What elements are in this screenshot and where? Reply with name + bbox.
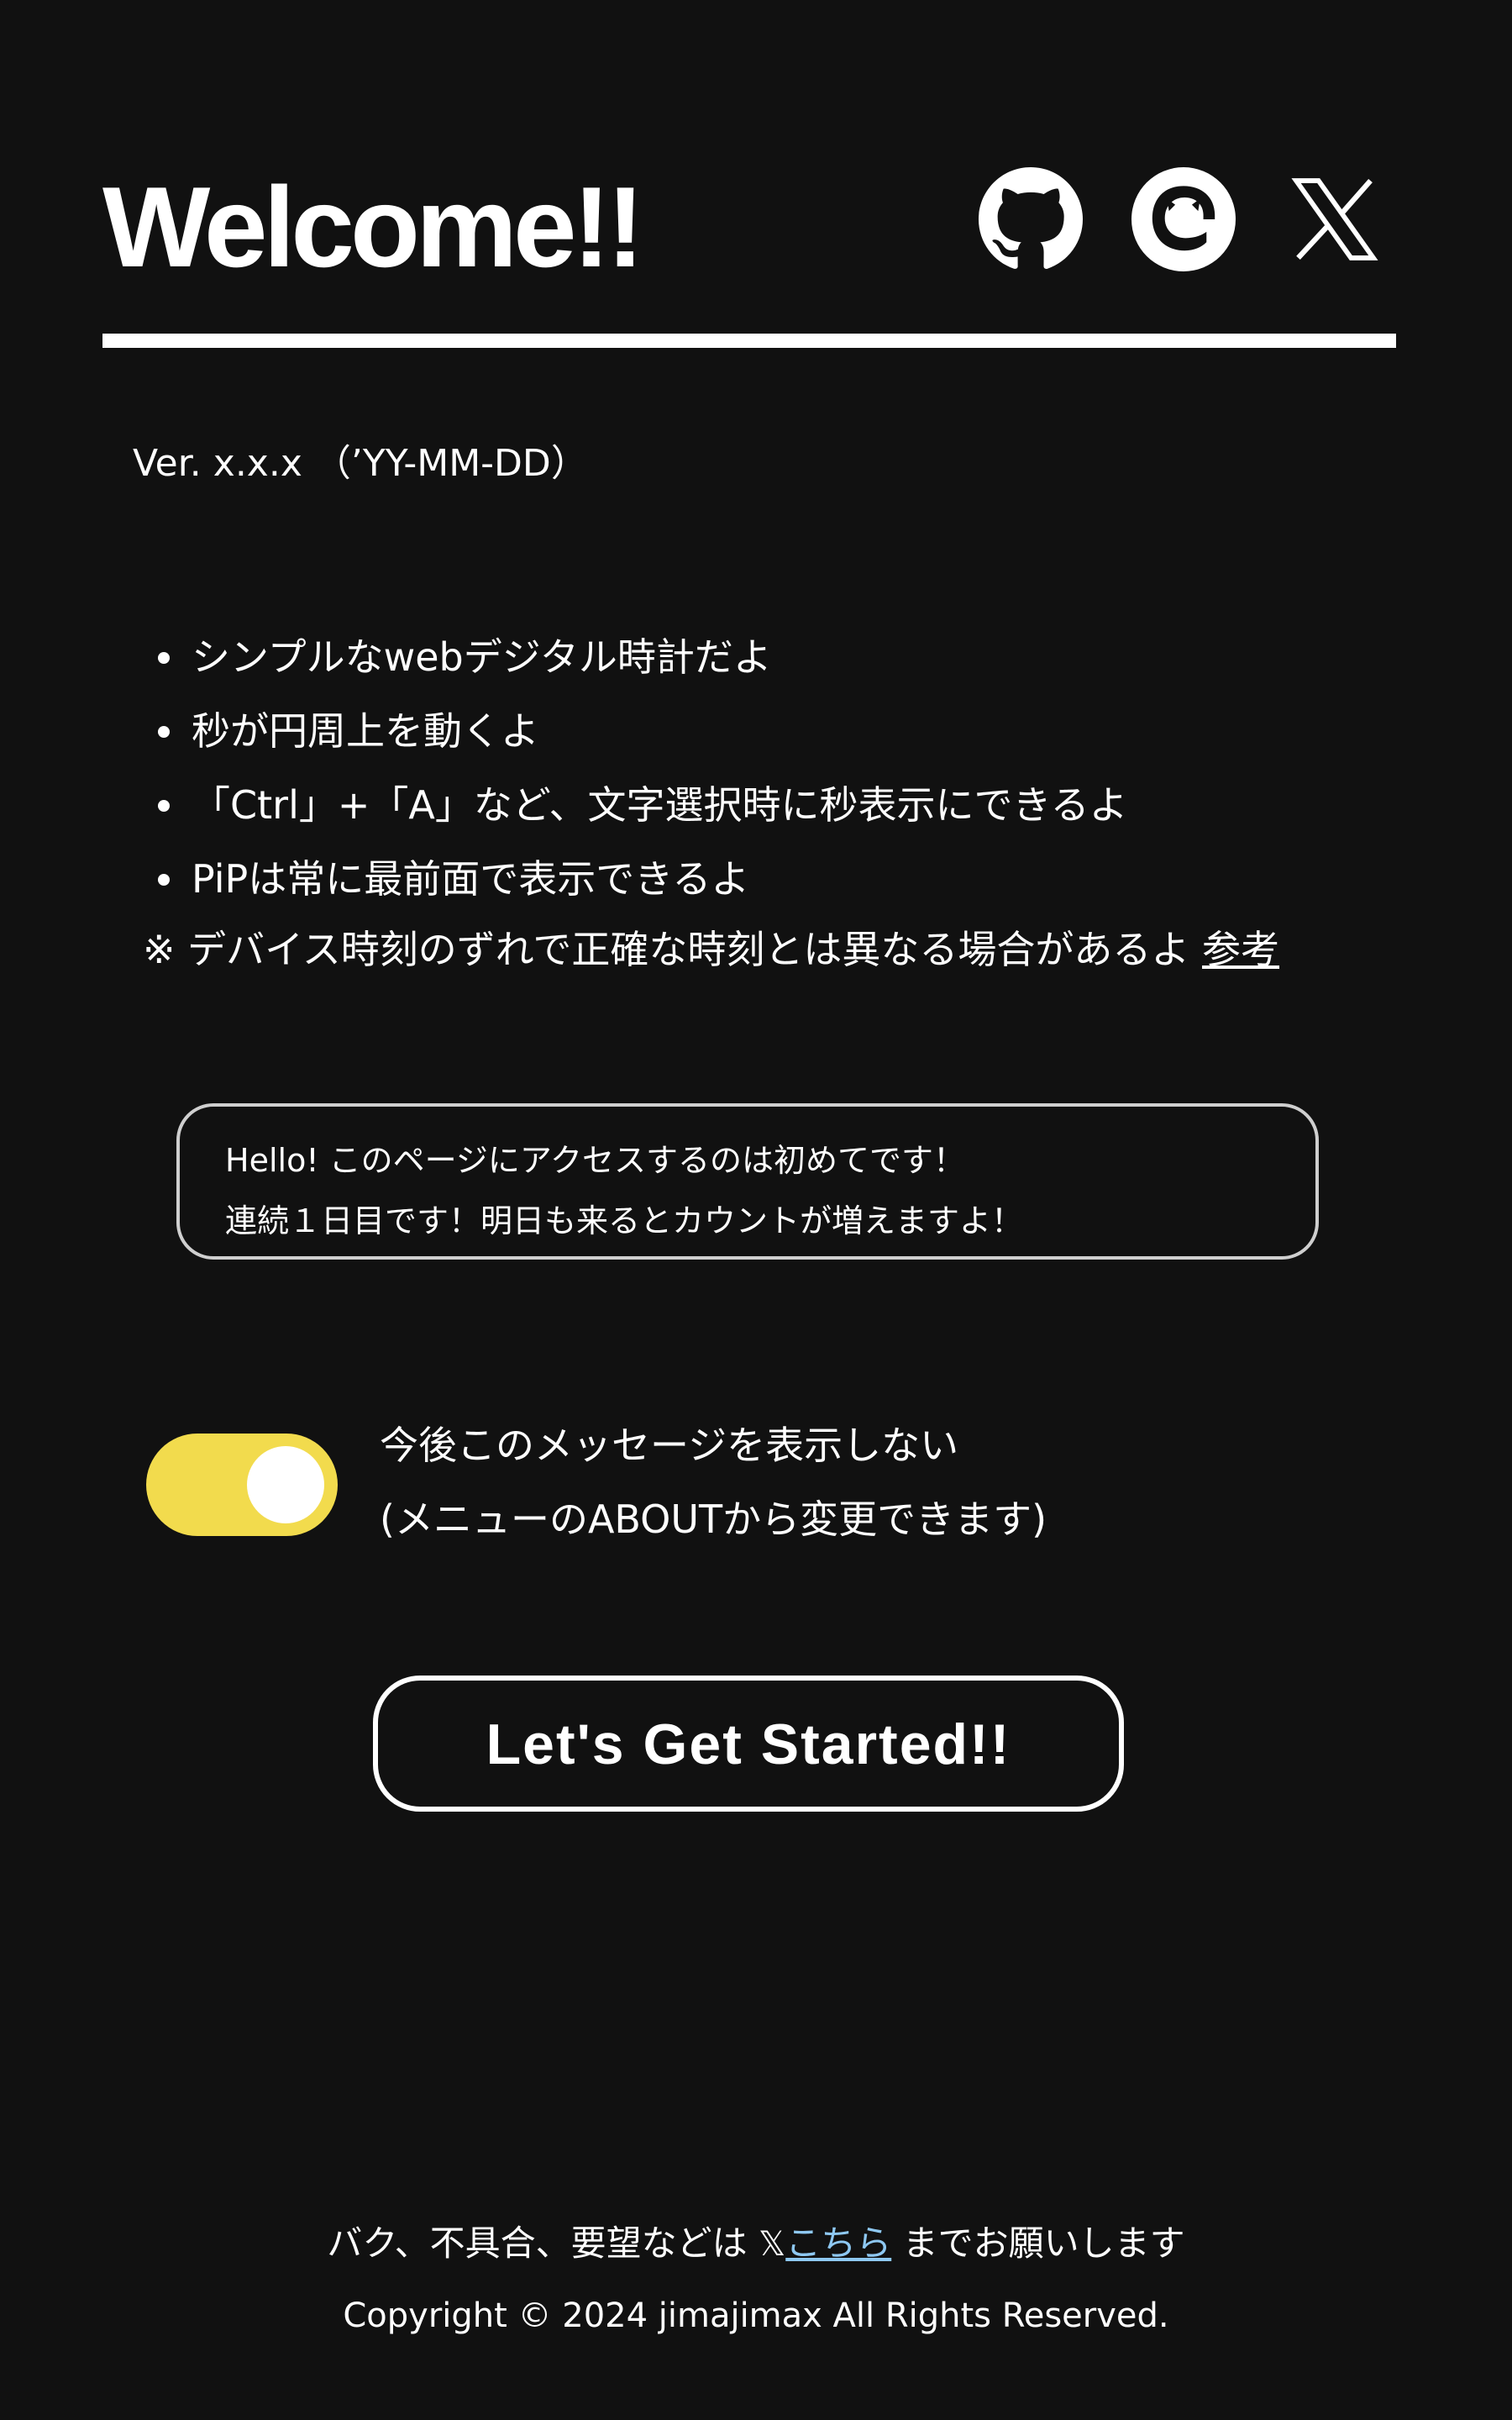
- footer-contact-prefix: バク、不具合、要望などは: [327, 2223, 748, 2264]
- time-accuracy-note: ※ デバイス時刻のずれで正確な時刻とは異なる場合があるよ 参考: [143, 913, 1279, 986]
- list-item: PiPは常に最前面で表示できるよ: [143, 842, 1128, 916]
- misskey-icon[interactable]: [1129, 165, 1238, 274]
- footer-contact-suffix: までお願いします: [902, 2223, 1185, 2264]
- reference-link[interactable]: 参考: [1202, 927, 1279, 972]
- page-title: Welcome!!: [102, 163, 644, 291]
- toggle-label-line: 今後このメッセージを表示しない: [380, 1423, 959, 1468]
- header-divider: [102, 334, 1396, 348]
- hide-message-toggle[interactable]: [146, 1434, 338, 1536]
- streak-message-line: 連続１日目です！明日も来るとカウントが増えますよ！: [225, 1202, 1024, 1239]
- feature-list: シンプルなwebデジタル時計だよ 秒が円周上を動くよ 「Ctrl」+「A」など、…: [143, 620, 1128, 916]
- x-icon[interactable]: [1280, 165, 1389, 274]
- footer-contact: バク、不具合、要望などは 𝕏こちら までお願いします: [0, 2213, 1512, 2275]
- visit-message-box: Hello! このページにアクセスするのは初めてです！ 連続１日目です！明日も来…: [176, 1103, 1319, 1260]
- list-item: 秒が円周上を動くよ: [143, 694, 1128, 768]
- note-text: ※ デバイス時刻のずれで正確な時刻とは異なる場合があるよ: [143, 927, 1190, 972]
- footer-contact-link[interactable]: こちら: [785, 2223, 891, 2264]
- x-icon: 𝕏: [758, 2225, 786, 2264]
- version-text: Ver. x.x.x （’YY-MM-DD）: [133, 442, 588, 485]
- header: Welcome!!: [102, 160, 1396, 294]
- list-item: 「Ctrl」+「A」など、文字選択時に秒表示にできるよ: [143, 768, 1128, 842]
- github-icon[interactable]: [976, 165, 1085, 274]
- visit-message-line: Hello! このページにアクセスするのは初めてです！: [225, 1142, 965, 1179]
- get-started-button[interactable]: Let's Get Started!!: [373, 1676, 1124, 1812]
- hide-message-label: 今後このメッセージを表示しない (メニューのABOUTから変更できます): [380, 1408, 1047, 1556]
- copyright-text: Copyright © 2024 jimajimax All Rights Re…: [343, 2296, 1169, 2335]
- list-item: シンプルなwebデジタル時計だよ: [143, 620, 1128, 694]
- toggle-knob: [247, 1446, 324, 1523]
- toggle-label-hint: (メニューのABOUTから変更できます): [380, 1497, 1047, 1542]
